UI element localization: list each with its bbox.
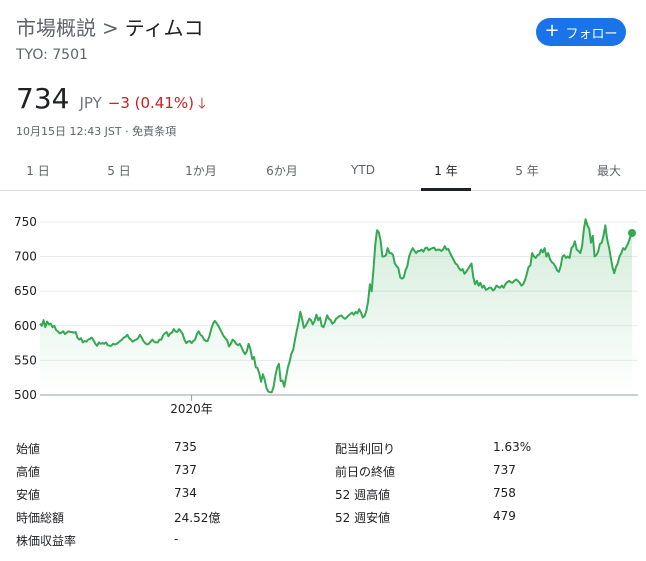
stat-label: 52 週高値 — [335, 488, 391, 502]
breadcrumb-overview-link[interactable]: 市場概説 — [16, 16, 96, 40]
ticker-symbol: TYO: 7501 — [16, 47, 88, 63]
stat-value: 24.52億 — [174, 511, 221, 525]
current-price: 734 — [16, 82, 70, 115]
company-name: ティムコ — [124, 16, 204, 40]
arrow-down-icon: 🡓 — [198, 94, 206, 112]
tab-2[interactable]: 1か月 — [176, 150, 226, 190]
stat-value: 737 — [174, 463, 197, 477]
y-tick-label: 650 — [14, 284, 37, 298]
stat-label: 時価総額 — [16, 511, 65, 525]
stat-value: 735 — [174, 440, 197, 454]
stat-label: 安値 — [16, 488, 41, 502]
y-tick-label: 750 — [14, 215, 37, 229]
follow-button[interactable]: + フォロー — [536, 18, 626, 46]
stat-label: 配当利回り — [335, 442, 396, 456]
stat-value: - — [174, 532, 179, 546]
tab-5[interactable]: 1 年 — [421, 150, 471, 191]
last-price-point — [628, 229, 636, 237]
stat-value: 758 — [493, 486, 516, 500]
quote-row: 734 JPY −3 (0.41%) 🡓 — [16, 82, 206, 118]
quote-timestamp: 10月15日 12:43 JST · 免責条項 — [16, 125, 177, 138]
price-chart: 500 550 600 650 700 750 2020年 — [14, 215, 638, 416]
range-tabs: 1 日 5 日 1か月 6か月 YTD 1 年 5 年最大 — [0, 150, 646, 191]
tab-3[interactable]: 6か月 — [257, 150, 307, 190]
price-area-fill — [40, 219, 632, 395]
stat-value: 1.63% — [493, 440, 532, 454]
stat-value: 737 — [493, 463, 516, 477]
stat-value: 479 — [493, 509, 516, 523]
y-tick-label: 600 — [14, 319, 37, 333]
currency: JPY — [79, 94, 102, 112]
stat-value: 734 — [174, 486, 197, 500]
stat-label: 52 週安値 — [335, 511, 391, 525]
x-tick-label: 2020年 — [170, 402, 213, 416]
stat-label: 始値 — [16, 442, 41, 456]
y-tick-label: 550 — [14, 353, 37, 367]
stat-label: 高値 — [16, 465, 41, 479]
breadcrumb: 市場概説 > ティムコ — [16, 12, 204, 41]
tab-0[interactable]: 1 日 — [13, 150, 63, 190]
tab-6[interactable]: 5 年 — [502, 150, 552, 190]
stat-label: 前日の終値 — [335, 465, 396, 479]
tab-4[interactable]: YTD — [338, 150, 388, 190]
y-tick-label: 700 — [14, 250, 37, 264]
y-tick-label: 500 — [14, 388, 37, 402]
stat-label: 株価収益率 — [16, 534, 77, 548]
breadcrumb-separator: > — [102, 16, 119, 40]
tab-1[interactable]: 5 日 — [94, 150, 144, 190]
follow-button-label: フォロー — [565, 26, 618, 42]
plus-icon: + — [544, 20, 560, 41]
tab-7[interactable]: 最大 — [584, 150, 634, 190]
price-change: −3 (0.41%) — [107, 94, 195, 112]
